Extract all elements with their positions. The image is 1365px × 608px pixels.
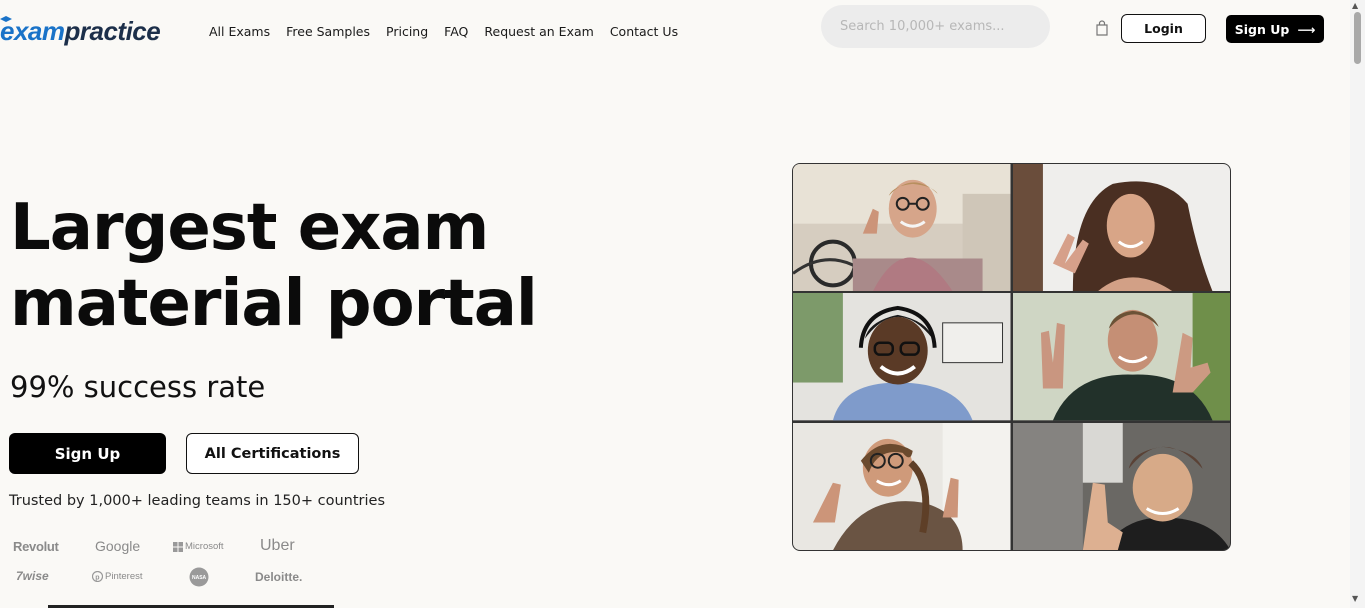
shopping-bag-icon[interactable] bbox=[1095, 20, 1109, 36]
microsoft-logo-icon bbox=[173, 541, 183, 552]
svg-text:p: p bbox=[95, 574, 99, 581]
brand-microsoft-label: Microsoft bbox=[185, 541, 224, 552]
brand-nasa: NASA bbox=[189, 567, 209, 592]
person-photo bbox=[793, 422, 1011, 550]
video-call-grid bbox=[792, 163, 1231, 551]
video-tile bbox=[1012, 293, 1230, 421]
brand-google: Google bbox=[95, 538, 141, 554]
all-certifications-button[interactable]: All Certifications bbox=[186, 433, 359, 474]
pinterest-logo-icon: p bbox=[92, 571, 103, 582]
person-photo bbox=[1012, 164, 1230, 292]
video-tile bbox=[793, 422, 1011, 550]
brand-pinterest-label: Pinterest bbox=[105, 571, 143, 582]
header-signup-button[interactable]: Sign Up ⟶ bbox=[1226, 15, 1324, 43]
hero-subtitle: 99% success rate bbox=[10, 370, 266, 404]
person-photo bbox=[793, 164, 1011, 292]
person-photo bbox=[1012, 422, 1230, 550]
page-scrollbar[interactable] bbox=[1350, 0, 1365, 608]
nav-all-exams[interactable]: All Exams bbox=[209, 24, 270, 39]
main-nav: All Exams Free Samples Pricing FAQ Reque… bbox=[209, 24, 678, 39]
hero-signup-button[interactable]: Sign Up bbox=[9, 433, 166, 474]
header-signup-label: Sign Up bbox=[1234, 21, 1290, 37]
arrow-right-icon: ⟶ bbox=[1297, 21, 1316, 37]
brand-deloitte: Deloitte. bbox=[255, 570, 303, 584]
video-tile bbox=[793, 164, 1011, 292]
person-photo bbox=[793, 293, 1011, 421]
nav-free-samples[interactable]: Free Samples bbox=[286, 24, 370, 39]
login-button[interactable]: Login bbox=[1121, 14, 1206, 43]
hero-title-line2: material portal bbox=[10, 267, 538, 341]
nav-contact-us[interactable]: Contact Us bbox=[610, 24, 678, 39]
scroll-down-arrow-icon[interactable]: ▼ bbox=[1352, 594, 1358, 603]
logo-wordmark: exampractice bbox=[0, 16, 161, 46]
hero-title: Largest exam material portal bbox=[10, 190, 570, 342]
brand-nasa-label: NASA bbox=[192, 575, 207, 581]
search-input[interactable] bbox=[821, 5, 1050, 48]
scrollbar-thumb[interactable] bbox=[1354, 12, 1361, 64]
brand-microsoft: Microsoft bbox=[173, 541, 224, 552]
nasa-logo-icon: NASA bbox=[189, 567, 209, 587]
hero-title-line1: Largest exam bbox=[10, 191, 489, 265]
video-tile bbox=[1012, 164, 1230, 292]
brand-revolut: Revolut bbox=[13, 539, 59, 554]
brand-uber: Uber bbox=[260, 537, 295, 554]
scroll-up-arrow-icon[interactable]: ▲ bbox=[1352, 1, 1358, 10]
site-logo[interactable]: exampractice bbox=[0, 14, 168, 48]
video-tile bbox=[793, 293, 1011, 421]
nav-pricing[interactable]: Pricing bbox=[386, 24, 428, 39]
nav-request-exam[interactable]: Request an Exam bbox=[484, 24, 593, 39]
brand-pinterest: p Pinterest bbox=[92, 571, 143, 582]
person-photo bbox=[1012, 293, 1230, 421]
video-tile bbox=[1012, 422, 1230, 550]
brand-wise: 7wise bbox=[16, 569, 49, 583]
nav-faq[interactable]: FAQ bbox=[444, 24, 468, 39]
trusted-text: Trusted by 1,000+ leading teams in 150+ … bbox=[9, 493, 386, 509]
